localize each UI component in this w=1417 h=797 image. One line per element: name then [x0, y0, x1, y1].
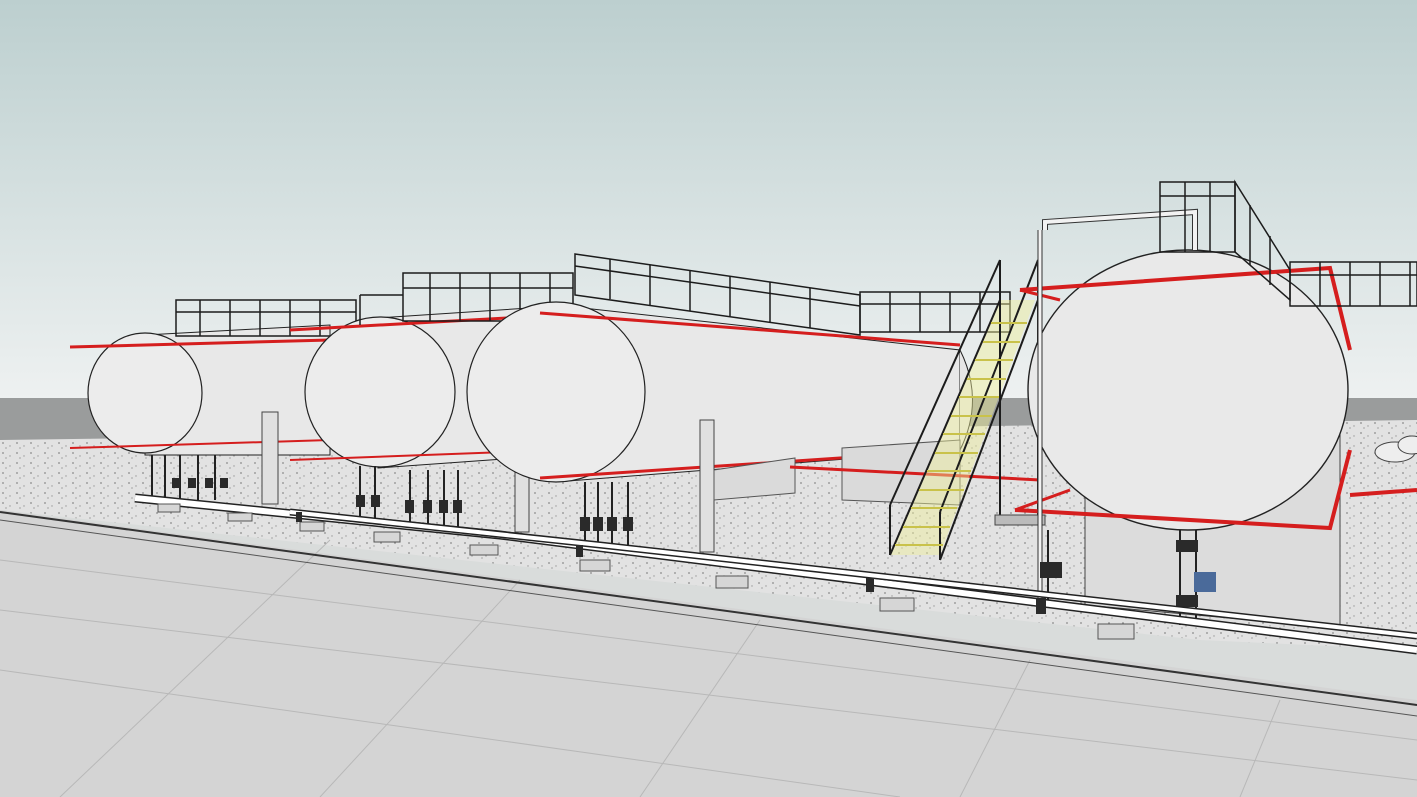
tank-farm-scene [0, 0, 1417, 797]
